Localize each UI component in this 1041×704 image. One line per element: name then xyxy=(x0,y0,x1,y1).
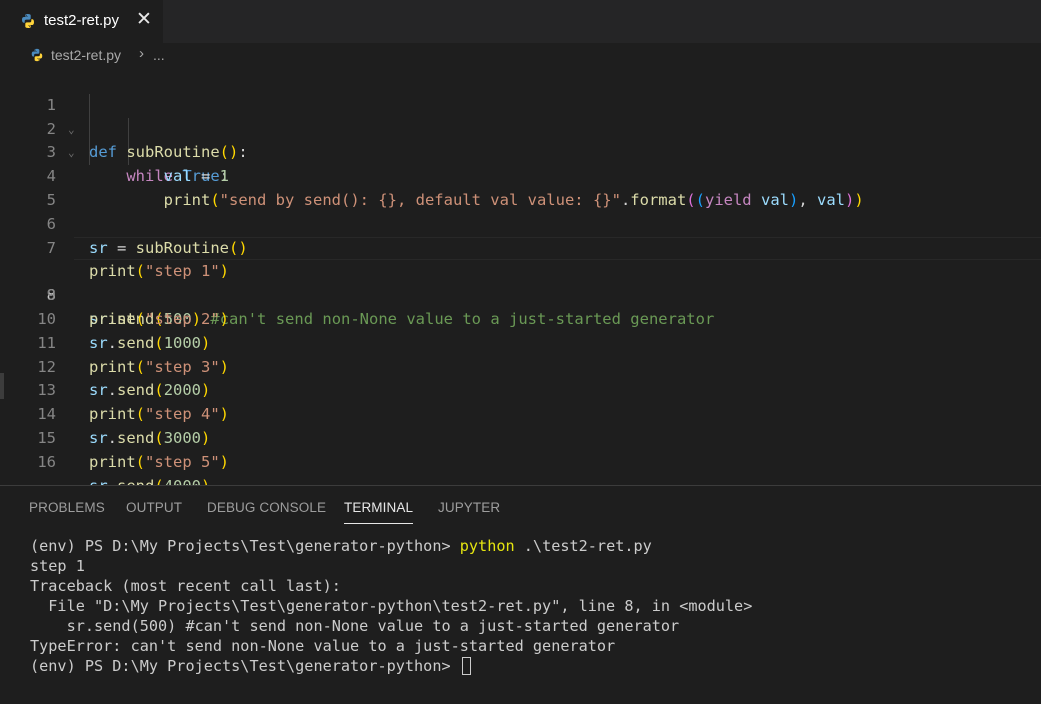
chevron-right-icon: › xyxy=(139,45,144,62)
code-line-10[interactable]: 10 sr.send(1000) xyxy=(0,284,1041,352)
code-line-1[interactable]: 1 ⌄ def subRoutine(): xyxy=(0,70,1041,162)
terminal-line: Traceback (most recent call last): xyxy=(30,577,341,595)
code-line-14[interactable]: 14 sr.send(3000) xyxy=(0,379,1041,447)
breadcrumb-file[interactable]: test2-ret.py xyxy=(51,47,121,63)
breadcrumb: test2-ret.py › ... xyxy=(0,43,1041,70)
terminal-line: (env) PS D:\My Projects\Test\generator-p… xyxy=(30,537,652,555)
current-line-highlight xyxy=(74,236,1041,261)
python-icon xyxy=(31,48,43,62)
tab-label: test2-ret.py xyxy=(44,12,120,29)
code-editor[interactable]: 1 ⌄ def subRoutine(): 2 ⌄ while True: 3 … xyxy=(0,70,1041,495)
tab-terminal[interactable]: TERMINAL xyxy=(344,500,414,524)
terminal-line: step 1 xyxy=(30,557,85,575)
bottom-panel: PROBLEMS OUTPUT DEBUG CONSOLE TERMINAL J… xyxy=(0,485,1041,704)
breadcrumb-more[interactable]: ... xyxy=(153,47,165,63)
code-line-5[interactable]: 5 xyxy=(0,165,1041,209)
code-line-4[interactable]: 4 print("send by send(): {}, default val… xyxy=(0,141,1041,209)
code-line-8[interactable]: 8 sr.send(500) #can't send non-None valu… xyxy=(0,236,1041,328)
code-line-7[interactable]: 7 print("step 1") xyxy=(0,213,1041,281)
terminal-cursor xyxy=(461,657,471,675)
tab-problems[interactable]: PROBLEMS xyxy=(29,500,105,515)
code-line-3[interactable]: 3 val = 1 xyxy=(0,118,1041,185)
python-icon xyxy=(22,14,34,28)
close-icon[interactable]: ✕ xyxy=(136,9,152,31)
terminal-line: sr.send(500) #can't send non-None value … xyxy=(30,617,680,635)
tab-test2-ret[interactable]: test2-ret.py ✕ xyxy=(0,0,163,43)
code-line-2[interactable]: 2 ⌄ while True: xyxy=(0,94,1041,186)
tab-output[interactable]: OUTPUT xyxy=(126,500,182,515)
code-line-13[interactable]: 13 print("step 4") xyxy=(0,356,1041,423)
terminal-output[interactable]: (env) PS D:\My Projects\Test\generator-p… xyxy=(30,536,752,676)
code-line-6[interactable]: 6 sr = subRoutine() xyxy=(0,189,1041,257)
editor-tab-bar: test2-ret.py ✕ xyxy=(0,0,1041,43)
tab-jupyter[interactable]: JUPYTER xyxy=(438,500,500,515)
line-number: 16 xyxy=(37,452,56,471)
code-line-15[interactable]: 15 print("step 5") xyxy=(0,403,1041,471)
terminal-line: TypeError: can't send non-None value to … xyxy=(30,637,616,655)
code-line-16[interactable]: 16 sr.send(4000) xyxy=(0,427,1041,495)
code-line-11[interactable]: 11 print("step 3") xyxy=(0,308,1041,376)
tab-debug-console[interactable]: DEBUG CONSOLE xyxy=(207,500,326,515)
code-line-12[interactable]: 12 sr.send(2000) xyxy=(0,332,1041,400)
code-line-9[interactable]: 9 print("step 2") xyxy=(0,260,1041,328)
terminal-line: (env) PS D:\My Projects\Test\generator-p… xyxy=(30,656,752,676)
code-text: print("step 5") xyxy=(89,452,230,471)
terminal-line: File "D:\My Projects\Test\generator-pyth… xyxy=(30,597,753,615)
activity-indicator xyxy=(0,373,4,399)
